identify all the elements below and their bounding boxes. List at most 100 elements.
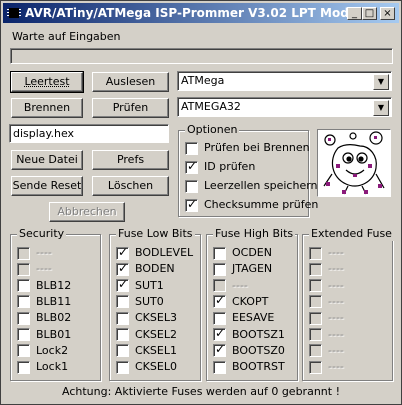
- checkbox-box[interactable]: [116, 328, 129, 341]
- checkbox-label: ID prüfen: [204, 160, 256, 173]
- options-title: Optionen: [185, 123, 240, 137]
- checkbox-box[interactable]: [116, 360, 129, 374]
- fuse-0-3-checkbox[interactable]: BLB11: [17, 295, 71, 311]
- checkbox-box[interactable]: ✓: [213, 342, 226, 358]
- device-type-value: ATMEGA32: [181, 100, 241, 113]
- maximize-icon: □: [364, 8, 375, 19]
- fuse-1-6-checkbox[interactable]: CKSEL1: [116, 344, 177, 360]
- option-0-checkbox[interactable]: Prüfen bei Brennen: [185, 141, 310, 157]
- mascot-drawing: [323, 131, 385, 195]
- prefs-button[interactable]: Prefs: [92, 150, 169, 170]
- minimize-icon: _: [352, 8, 357, 19]
- fuse-3-7-checkbox: ----: [309, 360, 344, 376]
- checkbox-box: [309, 360, 322, 374]
- checkbox-box[interactable]: [17, 311, 30, 325]
- fuse-0-5-checkbox[interactable]: BLB01: [17, 328, 71, 344]
- pruefen-button[interactable]: Prüfen: [92, 98, 169, 118]
- chip-icon: [7, 8, 21, 18]
- abbrechen-label: Abbrechen: [57, 205, 117, 218]
- checkbox-label: ----: [328, 262, 344, 276]
- fuse-0-0-checkbox: ----: [17, 246, 52, 262]
- checkbox-box: [309, 311, 322, 325]
- checkbox-box[interactable]: [17, 295, 30, 309]
- option-2-checkbox[interactable]: Leerzellen speichern: [185, 179, 318, 195]
- fuse-1-0-checkbox[interactable]: ✓ BODLEVEL: [116, 245, 193, 262]
- fuse-0-6-checkbox[interactable]: Lock2: [17, 344, 68, 360]
- fuse-1-2-checkbox[interactable]: ✓ SUT1: [116, 277, 164, 295]
- auslesen-button[interactable]: Auslesen: [92, 72, 169, 92]
- option-1-checkbox[interactable]: ✓ ID prüfen: [185, 159, 256, 176]
- checkbox-box[interactable]: [213, 360, 226, 374]
- checkbox-box[interactable]: ✓: [185, 196, 198, 212]
- check-icon: ✓: [118, 277, 129, 292]
- pruefen-label: Prüfen: [112, 101, 149, 114]
- fuse-1-1-checkbox[interactable]: ✓ BODEN: [116, 261, 175, 278]
- fuse-2-5-checkbox[interactable]: ✓ BOOTSZ1: [213, 326, 285, 344]
- fuse-0-7-checkbox[interactable]: Lock1: [17, 360, 68, 376]
- checkbox-label: Prüfen bei Brennen: [204, 141, 310, 154]
- check-icon: ✓: [215, 326, 226, 340]
- checkbox-box[interactable]: ✓: [185, 159, 198, 174]
- fuse-3-2-checkbox: ----: [309, 279, 344, 295]
- fuse-2-3-checkbox[interactable]: ✓ CKOPT: [213, 293, 268, 311]
- main-window: AVR/ATiny/ATMega ISP-Prommer V3.02 LPT M…: [0, 0, 402, 405]
- file-field[interactable]: display.hex: [9, 124, 169, 143]
- checkbox-box[interactable]: [17, 279, 30, 293]
- checkbox-box[interactable]: [116, 295, 129, 309]
- leertest-button[interactable]: Leertest: [10, 71, 84, 93]
- minimize-button[interactable]: _: [347, 7, 362, 20]
- fuse-3-3-checkbox: ----: [309, 295, 344, 311]
- checkbox-box[interactable]: [17, 344, 30, 358]
- checkbox-box[interactable]: [116, 344, 129, 358]
- checkbox-label: CKSEL1: [135, 343, 177, 357]
- checkbox-box[interactable]: ✓: [213, 326, 226, 341]
- fuse-high-title: Fuse High Bits: [213, 227, 296, 241]
- checkbox-label: BOOTRST: [232, 360, 285, 374]
- loeschen-button[interactable]: Löschen: [92, 176, 169, 196]
- checkbox-box[interactable]: [213, 262, 226, 276]
- fuse-2-0-checkbox[interactable]: OCDEN: [213, 246, 272, 262]
- checkbox-box[interactable]: [17, 328, 30, 341]
- check-icon: ✓: [187, 196, 198, 211]
- checkbox-label: ----: [328, 294, 344, 308]
- device-type-select[interactable]: ATMEGA32 ▼: [177, 97, 392, 117]
- checkbox-label: OCDEN: [232, 246, 272, 259]
- chevron-down-icon[interactable]: ▼: [373, 100, 389, 116]
- neue-datei-button[interactable]: Neue Datei: [11, 150, 83, 170]
- title-bar[interactable]: AVR/ATiny/ATMega ISP-Prommer V3.02 LPT M…: [3, 3, 399, 23]
- fuse-1-5-checkbox[interactable]: CKSEL2: [116, 328, 177, 344]
- sende-reset-button[interactable]: Sende Reset: [11, 176, 83, 196]
- fuse-2-4-checkbox[interactable]: EESAVE: [213, 311, 274, 327]
- fuse-0-4-checkbox[interactable]: BLB02: [17, 311, 71, 327]
- device-family-select[interactable]: ATMega ▼: [177, 71, 392, 91]
- checkbox-box[interactable]: ✓: [116, 245, 129, 260]
- checkbox-box[interactable]: ✓: [213, 293, 226, 309]
- checkbox-box[interactable]: [116, 311, 129, 325]
- checkbox-label: CKSEL2: [135, 327, 177, 341]
- checkbox-box[interactable]: [213, 311, 226, 325]
- check-icon: ✓: [215, 342, 226, 357]
- loeschen-label: Löschen: [107, 179, 154, 192]
- checkbox-label: BLB11: [36, 294, 72, 308]
- fuse-2-6-checkbox[interactable]: ✓ BOOTSZ0: [213, 342, 285, 360]
- checkbox-box[interactable]: ✓: [116, 261, 129, 276]
- fuse-2-1-checkbox[interactable]: JTAGEN: [213, 262, 272, 278]
- checkbox-box[interactable]: ✓: [116, 277, 129, 293]
- checkbox-box[interactable]: [185, 141, 198, 155]
- checkbox-box[interactable]: [17, 360, 30, 374]
- fuse-1-3-checkbox[interactable]: SUT0: [116, 295, 164, 311]
- brennen-button[interactable]: Brennen: [11, 98, 83, 118]
- option-3-checkbox[interactable]: ✓ Checksumme prüfen: [185, 196, 318, 214]
- fuse-2-7-checkbox[interactable]: BOOTRST: [213, 360, 285, 376]
- checkbox-box[interactable]: [185, 179, 198, 193]
- check-icon: ✓: [215, 293, 226, 308]
- maximize-button[interactable]: □: [362, 7, 377, 20]
- fuse-1-4-checkbox[interactable]: CKSEL3: [116, 311, 177, 327]
- chevron-down-icon[interactable]: ▼: [373, 74, 389, 90]
- fuse-1-7-checkbox[interactable]: CKSEL0: [116, 360, 177, 376]
- fuse-0-2-checkbox[interactable]: BLB12: [17, 279, 71, 295]
- checkbox-label: ----: [36, 246, 52, 259]
- checkbox-box[interactable]: [213, 246, 226, 260]
- checkbox-label: CKSEL0: [135, 360, 177, 374]
- close-button[interactable]: ×: [380, 7, 395, 20]
